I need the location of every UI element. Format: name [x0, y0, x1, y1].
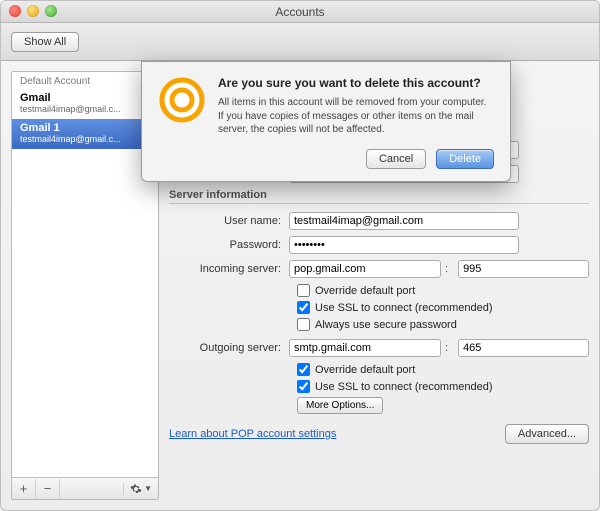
incoming-port-field[interactable]: [458, 260, 589, 278]
window-title: Accounts: [275, 5, 324, 19]
row-override-outgoing: Override default port: [297, 363, 589, 376]
accounts-window: Accounts Show All Default Account Gmail …: [0, 0, 600, 511]
chevron-down-icon: ▼: [144, 484, 152, 493]
override-incoming-label: Override default port: [315, 285, 415, 297]
delete-account-dialog: Are you sure you want to delete this acc…: [141, 61, 511, 182]
add-account-button[interactable]: +: [12, 479, 36, 499]
account-email: testmail4imap@gmail.c...: [20, 134, 150, 144]
titlebar: Accounts: [1, 1, 599, 23]
dialog-message: Are you sure you want to delete this acc…: [218, 76, 494, 169]
port-separator: :: [445, 342, 448, 354]
row-ssl-incoming: Use SSL to connect (recommended): [297, 301, 589, 314]
outlook-icon: [158, 76, 206, 124]
sidebar-header: Default Account: [12, 72, 158, 89]
outgoing-port-field[interactable]: [458, 339, 589, 357]
server-info-header: Server information: [169, 189, 589, 204]
show-all-button[interactable]: Show All: [11, 32, 79, 52]
dialog-title: Are you sure you want to delete this acc…: [218, 76, 494, 90]
override-outgoing-label: Override default port: [315, 364, 415, 376]
ssl-incoming-label: Use SSL to connect (recommended): [315, 302, 493, 314]
bottom-row: Learn about POP account settings Advance…: [169, 424, 589, 444]
minimize-icon[interactable]: [27, 5, 39, 17]
outgoing-server-field[interactable]: [289, 339, 441, 357]
close-icon[interactable]: [9, 5, 21, 17]
row-override-incoming: Override default port: [297, 284, 589, 297]
secure-password-label: Always use secure password: [315, 319, 457, 331]
override-incoming-checkbox[interactable]: [297, 284, 310, 297]
sidebar-item-gmail-1[interactable]: Gmail 1 testmail4imap@gmail.c...: [12, 119, 158, 149]
row-ssl-outgoing: Use SSL to connect (recommended): [297, 380, 589, 393]
gear-icon: [130, 483, 142, 495]
remove-account-button[interactable]: −: [36, 479, 60, 499]
ssl-incoming-checkbox[interactable]: [297, 301, 310, 314]
secure-password-checkbox[interactable]: [297, 318, 310, 331]
username-label: User name:: [169, 215, 289, 227]
incoming-server-field[interactable]: [289, 260, 441, 278]
sidebar-footer: + − ▼: [12, 477, 158, 499]
advanced-button[interactable]: Advanced...: [505, 424, 589, 444]
account-name: Gmail: [20, 92, 150, 104]
row-username: User name:: [169, 212, 589, 230]
dialog-buttons: Cancel Delete: [218, 149, 494, 169]
username-field[interactable]: [289, 212, 519, 230]
row-password: Password:: [169, 236, 589, 254]
row-more-options: More Options...: [297, 397, 589, 414]
zoom-icon[interactable]: [45, 5, 57, 17]
account-email: testmail4imap@gmail.c...: [20, 104, 150, 114]
row-secure-password: Always use secure password: [297, 318, 589, 331]
account-options-button[interactable]: ▼: [123, 483, 158, 495]
accounts-sidebar: Default Account Gmail testmail4imap@gmai…: [11, 71, 159, 500]
window-controls: [9, 5, 57, 17]
password-field[interactable]: [289, 236, 519, 254]
learn-pop-link[interactable]: Learn about POP account settings: [169, 428, 336, 440]
ssl-outgoing-checkbox[interactable]: [297, 380, 310, 393]
ssl-outgoing-label: Use SSL to connect (recommended): [315, 381, 493, 393]
toolbar: Show All: [1, 23, 599, 61]
delete-button[interactable]: Delete: [436, 149, 494, 169]
sidebar-item-gmail[interactable]: Gmail testmail4imap@gmail.c...: [12, 89, 158, 119]
account-name: Gmail 1: [20, 122, 150, 134]
row-outgoing: Outgoing server: :: [169, 339, 589, 357]
sidebar-list: Default Account Gmail testmail4imap@gmai…: [12, 72, 158, 477]
row-incoming: Incoming server: :: [169, 260, 589, 278]
more-options-button[interactable]: More Options...: [297, 397, 383, 414]
outgoing-label: Outgoing server:: [169, 342, 289, 354]
password-label: Password:: [169, 239, 289, 251]
port-separator: :: [445, 263, 448, 275]
cancel-button[interactable]: Cancel: [366, 149, 426, 169]
override-outgoing-checkbox[interactable]: [297, 363, 310, 376]
incoming-label: Incoming server:: [169, 263, 289, 275]
dialog-body: All items in this account will be remove…: [218, 96, 494, 137]
